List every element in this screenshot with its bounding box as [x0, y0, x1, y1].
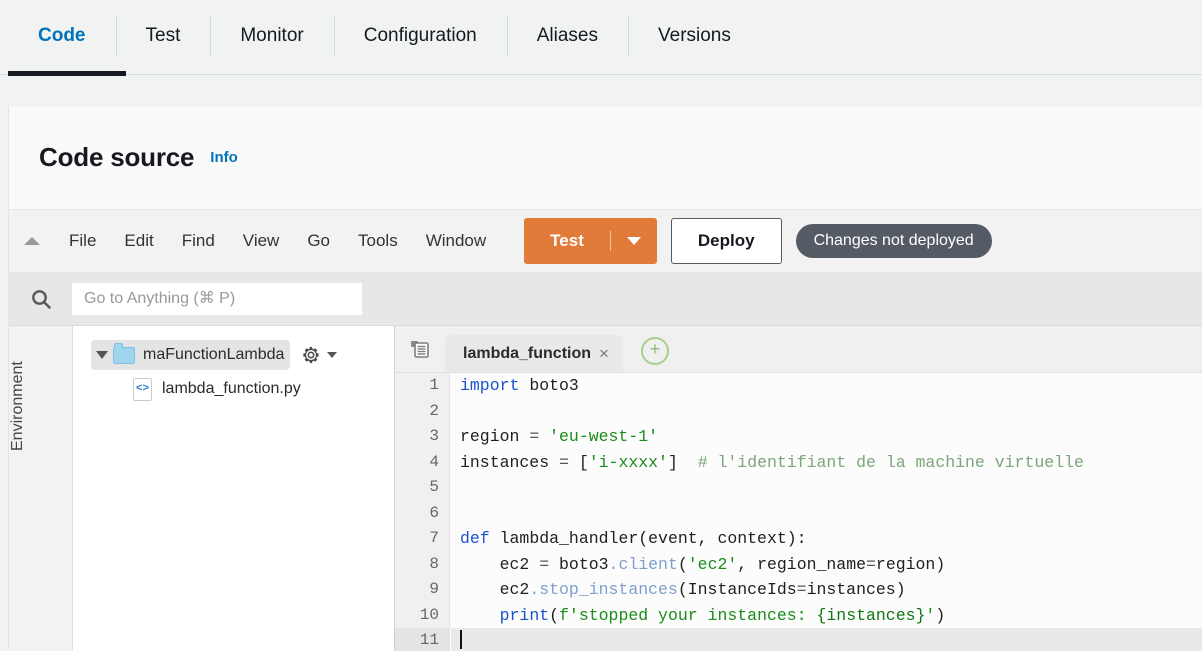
- tab-list: Code Test Monitor Configuration Aliases …: [0, 0, 1202, 72]
- code-line-1: import boto3: [460, 376, 579, 395]
- tab-monitor[interactable]: Monitor: [210, 0, 333, 72]
- code-line-4: instances = ['i-xxxx'] # l'identifiant d…: [460, 452, 1084, 472]
- tree-folder-highlight: maFunctionLambda: [91, 340, 291, 370]
- ide-action-buttons: Test Deploy Changes not deployed: [524, 218, 992, 264]
- status-badge: Changes not deployed: [795, 224, 992, 258]
- search-input[interactable]: [72, 283, 362, 315]
- line-number-gutter: 1 2 3 4 5 6 7 8 9 10 11: [395, 373, 450, 651]
- code-file-icon: <>: [133, 377, 152, 401]
- environment-rail-label: Environment: [9, 361, 26, 451]
- tree-file-label: lambda_function.py: [162, 380, 301, 397]
- menu-file[interactable]: File: [55, 231, 110, 251]
- tab-bar-divider: [0, 74, 1202, 75]
- menu-edit[interactable]: Edit: [110, 231, 167, 251]
- line-number: 8: [429, 554, 439, 573]
- code-source-card: Code source Info File Edit Find View Go …: [8, 105, 1202, 651]
- menu-tools[interactable]: Tools: [344, 231, 412, 251]
- line-number: 9: [429, 580, 439, 598]
- test-split-button[interactable]: Test: [524, 218, 657, 264]
- test-button-label: Test: [524, 231, 611, 251]
- file-list-icon[interactable]: [395, 326, 445, 372]
- editor-tab-label: lambda_function: [463, 344, 592, 362]
- tab-aliases[interactable]: Aliases: [506, 0, 628, 72]
- close-icon[interactable]: ×: [599, 344, 609, 364]
- chevron-down-icon: [626, 237, 641, 245]
- line-number: 7: [429, 529, 439, 547]
- tab-code[interactable]: Code: [8, 0, 116, 72]
- line-number: 3: [429, 427, 439, 445]
- menu-window[interactable]: Window: [412, 231, 500, 251]
- code-line-8: ec2 = boto3.client('ec2', region_name=re…: [460, 554, 946, 574]
- function-tab-bar: Code Test Monitor Configuration Aliases …: [0, 0, 1202, 76]
- code-line-7: def lambda_handler(event, context):: [460, 529, 807, 548]
- menu-view[interactable]: View: [229, 231, 294, 251]
- line-number: 4: [429, 452, 439, 471]
- cloud9-ide: File Edit Find View Go Tools Window Test…: [9, 209, 1202, 651]
- ide-body: Environment maFunctionLambda <> lambda_f…: [9, 326, 1202, 651]
- line-number: 1: [429, 376, 439, 394]
- search-icon[interactable]: [9, 288, 72, 310]
- ide-search-bar: [9, 273, 1202, 326]
- line-number: 5: [429, 478, 439, 496]
- collapse-panel-button[interactable]: [9, 237, 55, 245]
- line-number: 6: [429, 503, 439, 522]
- code-area[interactable]: 1 2 3 4 5 6 7 8 9 10 11 import boto3 reg…: [395, 373, 1202, 651]
- tab-test[interactable]: Test: [115, 0, 211, 72]
- tab-versions[interactable]: Versions: [628, 0, 761, 72]
- tab-configuration-label: Configuration: [363, 25, 477, 46]
- file-tree: maFunctionLambda <> lambda_function.py: [73, 326, 395, 651]
- triangle-up-icon: [24, 237, 40, 245]
- environment-rail[interactable]: Environment: [9, 326, 73, 651]
- tab-versions-label: Versions: [658, 25, 731, 46]
- code-content[interactable]: import boto3 region = 'eu-west-1' instan…: [451, 373, 1202, 651]
- code-line-9: ec2.stop_instances(InstanceIds=instances…: [460, 580, 906, 599]
- tree-file-lambda-function-py[interactable]: <> lambda_function.py: [133, 374, 394, 404]
- line-number: 10: [419, 605, 439, 624]
- active-tab-indicator: [8, 71, 126, 76]
- info-link[interactable]: Info: [210, 149, 238, 166]
- card-header: Code source Info: [9, 106, 1202, 208]
- editor-tab-bar: lambda_function × +: [395, 326, 1202, 373]
- code-line-10: print(f'stopped your instances: {instanc…: [499, 605, 946, 625]
- menu-find[interactable]: Find: [168, 231, 229, 251]
- tab-aliases-label: Aliases: [536, 25, 598, 46]
- menu-go[interactable]: Go: [293, 231, 344, 251]
- test-dropdown-toggle[interactable]: [611, 237, 657, 245]
- editor-tab-lambda-function[interactable]: lambda_function ×: [445, 335, 623, 372]
- tab-code-label: Code: [38, 25, 86, 46]
- tree-folder-mafunctionlambda[interactable]: maFunctionLambda: [91, 340, 380, 370]
- ide-menu-bar: File Edit Find View Go Tools Window Test…: [9, 210, 1202, 273]
- code-editor: lambda_function × + 1 2 3 4 5 6 7 8 9 10…: [395, 326, 1202, 651]
- tab-configuration[interactable]: Configuration: [333, 0, 507, 72]
- line-number: 2: [429, 401, 439, 420]
- tab-monitor-label: Monitor: [240, 25, 304, 46]
- page-title: Code source: [39, 141, 195, 172]
- caret-down-icon[interactable]: [91, 351, 113, 359]
- tab-test-label: Test: [145, 25, 181, 46]
- add-tab-icon[interactable]: +: [640, 337, 669, 365]
- tree-folder-label: maFunctionLambda: [143, 346, 285, 363]
- folder-settings-button[interactable]: [300, 344, 338, 366]
- gear-icon: [303, 346, 320, 364]
- caret-down-icon: [327, 352, 338, 358]
- folder-icon: [113, 342, 135, 364]
- deploy-button[interactable]: Deploy: [670, 218, 782, 264]
- code-line-3: region = 'eu-west-1': [460, 427, 659, 446]
- text-cursor: [460, 630, 462, 649]
